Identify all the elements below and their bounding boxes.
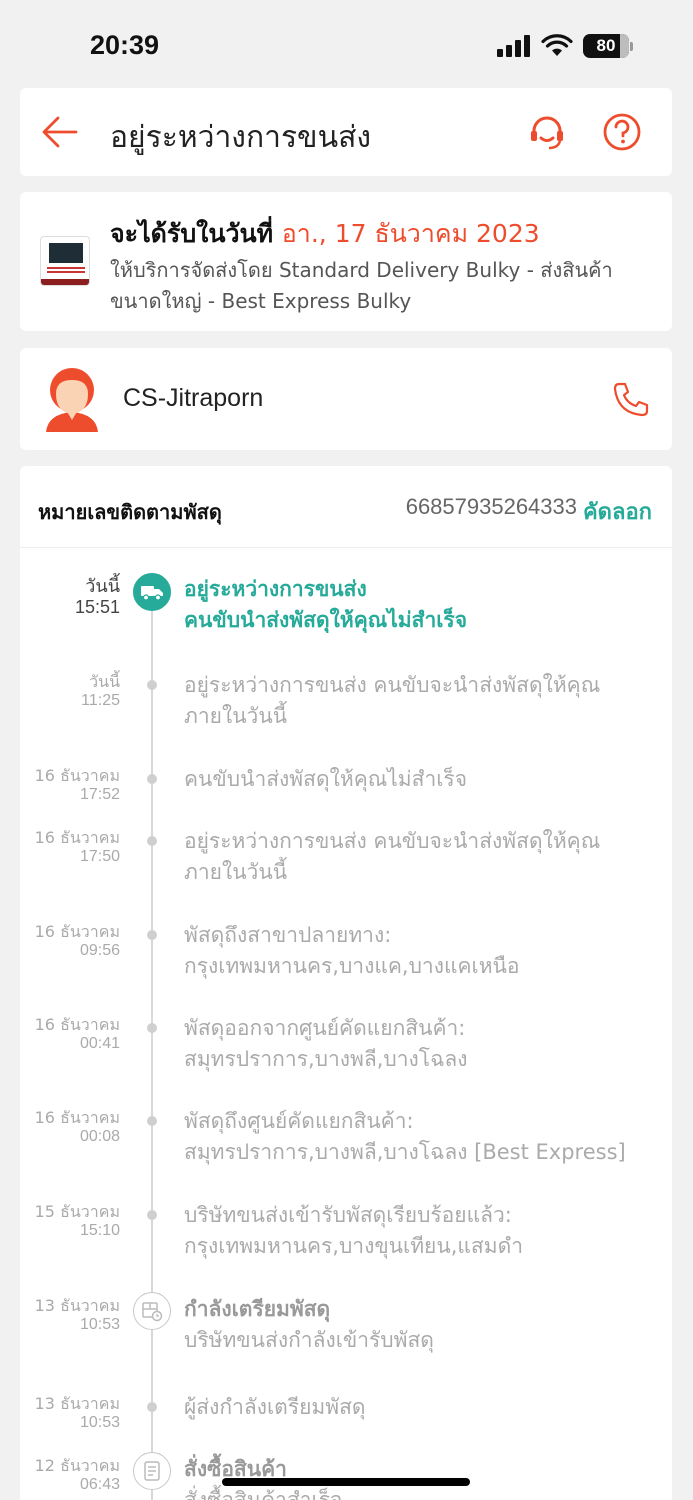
event-date: 16 ธันวาคม (34, 766, 120, 785)
event-date: 13 ธันวาคม (34, 1296, 120, 1315)
timeline-dot (147, 1023, 157, 1033)
product-thumbnail[interactable] (40, 236, 90, 286)
courier-avatar (46, 368, 98, 432)
event-time: 17:52 (79, 786, 120, 803)
event-text: พัสดุออกจากศูนย์คัดแยกสินค้า: สมุทรปรากา… (184, 1016, 468, 1071)
page-title: อยู่ระหว่างการขนส่ง (110, 120, 372, 155)
event-date: 16 ธันวาคม (34, 828, 120, 847)
event-text: คนขับนำส่งพัสดุให้คุณไม่สำเร็จ (184, 767, 468, 791)
signal-icon (497, 35, 530, 57)
delivery-heading: จะได้รับในวันที่ อา., 17 ธันวาคม 2023 (110, 214, 540, 254)
event-time: 10:53 (79, 1414, 120, 1431)
event-time: 00:41 (79, 1035, 120, 1052)
header-bar: อยู่ระหว่างการขนส่ง (20, 88, 672, 176)
battery-icon: 80 (583, 34, 633, 58)
delivery-estimate-card: จะได้รับในวันที่ อา., 17 ธันวาคม 2023 ให… (20, 192, 672, 331)
headset-icon[interactable] (526, 112, 568, 154)
event-date: 16 ธันวาคม (34, 922, 120, 941)
event-date: 16 ธันวาคม (34, 1015, 120, 1034)
event-text: บริษัทขนส่งเข้ารับพัสดุเรียบร้อยแล้ว: กร… (184, 1203, 524, 1258)
home-indicator[interactable] (222, 1478, 470, 1486)
event-time: 09:56 (79, 942, 120, 959)
tracking-number: 66857935264333 (405, 494, 577, 519)
event-time: 17:50 (79, 848, 120, 865)
event-text: บริษัทขนส่งกำลังเข้ารับพัสดุ (184, 1328, 434, 1352)
timeline-dot (147, 680, 157, 690)
event-text: พัสดุถึงศูนย์คัดแยกสินค้า: สมุทรปราการ,บ… (184, 1109, 626, 1164)
truck-icon (133, 573, 171, 611)
event-date: 13 ธันวาคม (34, 1394, 120, 1413)
event-time: 15:51 (74, 597, 120, 617)
event-time: 11:25 (81, 692, 120, 709)
tracking-label: หมายเลขติดตามพัสดุ (38, 500, 222, 524)
event-date: 15 ธันวาคม (34, 1202, 120, 1221)
event-text: อยู่ระหว่างการขนส่ง คนขับจะนำส่งพัสดุให้… (184, 829, 601, 884)
event-title: กำลังเตรียมพัสดุ (184, 1297, 331, 1321)
event-title: อยู่ระหว่างการขนส่ง (184, 577, 367, 601)
status-icons: 80 (497, 34, 633, 58)
back-arrow-icon[interactable] (40, 114, 80, 150)
event-time: 10:53 (79, 1316, 120, 1333)
copy-button[interactable]: คัดลอก (583, 494, 652, 529)
phone-icon[interactable] (612, 381, 650, 417)
status-time: 20:39 (90, 30, 160, 60)
status-bar: 20:39 80 (0, 0, 693, 88)
delivery-date: อา., 17 ธันวาคม 2023 (281, 219, 540, 248)
timeline-dot (147, 836, 157, 846)
timeline-dot (147, 1116, 157, 1126)
timeline-line (151, 592, 153, 1500)
event-date: วันนี้ (89, 672, 120, 691)
event-time: 00:08 (79, 1128, 120, 1145)
courier-card: CS-Jitraporn (20, 348, 672, 450)
timeline-dot (147, 930, 157, 940)
event-date: 16 ธันวาคม (34, 1108, 120, 1127)
tracking-header: หมายเลขติดตามพัสดุ 66857935264333 คัดลอก (20, 466, 672, 548)
event-date: 12 ธันวาคม (34, 1456, 120, 1475)
event-time: 06:43 (79, 1476, 120, 1493)
wifi-icon (541, 34, 573, 56)
tracking-card: หมายเลขติดตามพัสดุ 66857935264333 คัดลอก… (20, 466, 672, 1500)
event-text: คนขับนำส่งพัสดุให้คุณไม่สำเร็จ (184, 608, 468, 632)
package-clock-icon (133, 1292, 171, 1330)
delivery-service-text: ให้บริการจัดส่งโดย Standard Delivery Bul… (110, 258, 613, 313)
event-time: 15:10 (79, 1222, 120, 1239)
help-icon[interactable] (602, 112, 642, 152)
battery-level: 80 (596, 36, 616, 55)
timeline-dot (147, 1210, 157, 1220)
event-text: อยู่ระหว่างการขนส่ง คนขับจะนำส่งพัสดุให้… (184, 673, 601, 728)
event-text: พัสดุถึงสาขาปลายทาง: กรุงเทพมหานคร,บางแค… (184, 923, 520, 978)
delivery-heading-prefix: จะได้รับในวันที่ (110, 219, 282, 248)
receipt-icon (133, 1452, 171, 1490)
timeline-dot (147, 1402, 157, 1412)
event-text: ผู้ส่งกำลังเตรียมพัสดุ (184, 1395, 366, 1419)
event-text: สั่งซื้อสินค้าสำเร็จ (184, 1488, 343, 1500)
event-date: วันนี้ (85, 576, 120, 597)
courier-name: CS-Jitraporn (123, 384, 264, 412)
timeline-dot (147, 774, 157, 784)
